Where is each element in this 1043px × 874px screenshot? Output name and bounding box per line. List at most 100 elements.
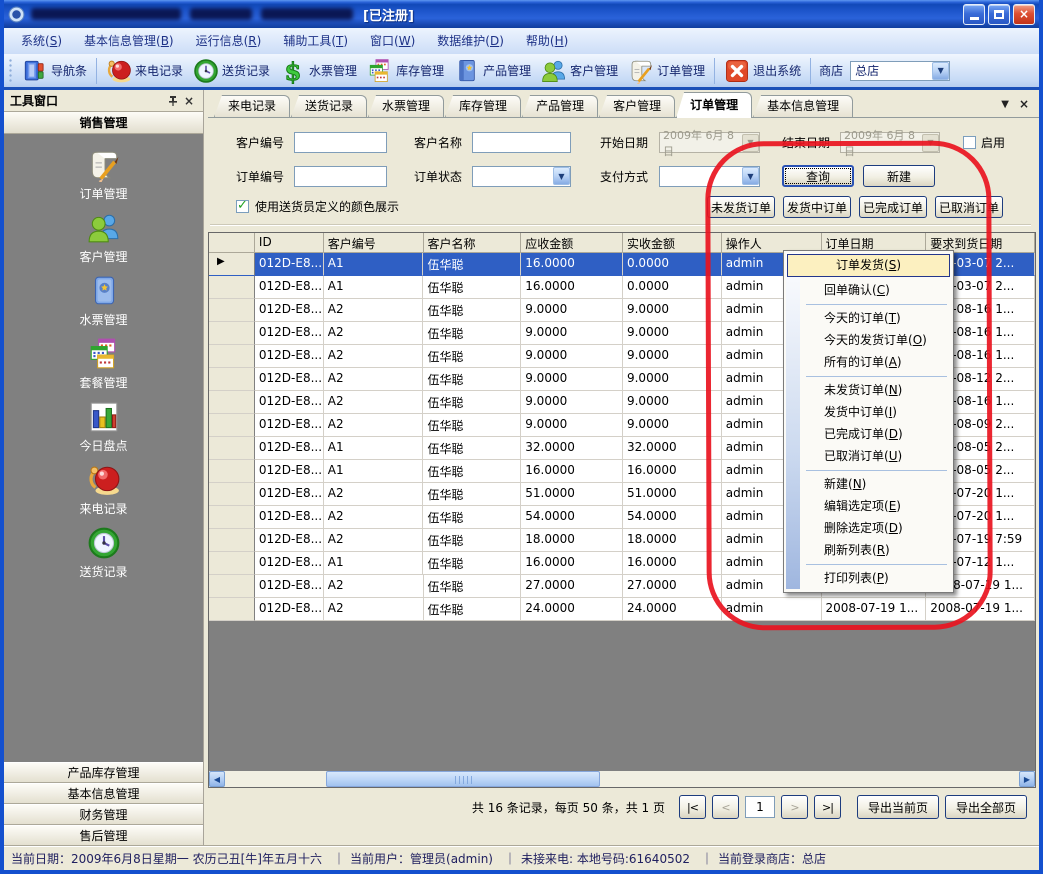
pin-icon[interactable] (165, 93, 181, 109)
tab-订单管理[interactable]: 订单管理 (676, 92, 752, 118)
context-menu-item-发货中订单(I)[interactable]: 发货中订单(I) (786, 401, 951, 423)
first-page-button[interactable]: |< (679, 795, 706, 819)
row-selector-cell[interactable] (209, 460, 255, 483)
context-menu-item-回单确认(C)[interactable]: 回单确认(C) (786, 279, 951, 301)
tab-基本信息管理[interactable]: 基本信息管理 (753, 95, 853, 117)
toolbar-grip[interactable] (8, 58, 14, 84)
sidebar-item-送货记录[interactable]: 送货记录 (4, 526, 203, 589)
context-menu-item-刷新列表(R)[interactable]: 刷新列表(R) (786, 539, 951, 561)
payment-combobox[interactable]: ▼ (659, 166, 760, 187)
table-row[interactable]: 012D-E8...A2伍华聪24.000024.0000admin2008-0… (209, 598, 1035, 621)
payment-arrow-icon[interactable]: ▼ (742, 167, 759, 185)
shop-combobox-arrow-icon[interactable]: ▼ (932, 62, 949, 80)
export-current-page-button[interactable]: 导出当前页 (857, 795, 939, 819)
context-menu-item-打印列表(P)[interactable]: 打印列表(P) (786, 567, 951, 589)
toolbar-button-navbar-book[interactable]: 导航条 (17, 56, 92, 86)
start-date-picker[interactable]: 2009年 6月 8日 ▼ (659, 132, 760, 153)
new-button[interactable]: 新建 (863, 165, 935, 187)
context-menu-item-订单发货(S)[interactable]: 订单发货(S) (787, 254, 950, 277)
close-button[interactable]: × (1013, 4, 1035, 25)
next-page-button[interactable]: > (781, 795, 808, 819)
page-number-input[interactable]: 1 (745, 796, 775, 818)
scrollbar-thumb[interactable] (326, 771, 600, 787)
row-selector-cell[interactable] (209, 414, 255, 437)
row-selector-cell[interactable] (209, 552, 255, 575)
grid-header-客户名称[interactable]: 客户名称 (424, 233, 522, 253)
context-menu-item-所有的订单(A)[interactable]: 所有的订单(A) (786, 351, 951, 373)
end-date-picker[interactable]: 2009年 6月 8日 ▼ (840, 132, 940, 153)
horizontal-scrollbar[interactable]: ◀ ▶ (209, 771, 1035, 787)
tab-客户管理[interactable]: 客户管理 (599, 95, 675, 117)
sidebar-section-基本信息管理[interactable]: 基本信息管理 (4, 783, 203, 804)
sidebar-section-sales[interactable]: 销售管理 (4, 112, 203, 134)
maximize-button[interactable] (988, 4, 1010, 25)
export-all-pages-button[interactable]: 导出全部页 (945, 795, 1027, 819)
tab-来电记录[interactable]: 来电记录 (214, 95, 290, 117)
tool-window-close-icon[interactable]: × (181, 93, 197, 109)
toolbar-button-inventory-grid[interactable]: 库存管理 (362, 56, 449, 86)
toolbar-button-call-bell[interactable]: 来电记录 (101, 56, 188, 86)
sidebar-item-客户管理[interactable]: 客户管理 (4, 211, 203, 274)
order-status-combobox[interactable]: ▼ (472, 166, 571, 187)
sidebar-section-售后管理[interactable]: 售后管理 (4, 825, 203, 846)
context-menu-item-已取消订单(U)[interactable]: 已取消订单(U) (786, 445, 951, 467)
row-selector-cell[interactable] (209, 391, 255, 414)
toolbar-button-ticket-dollar[interactable]: $水票管理 (275, 56, 362, 86)
context-menu-item-新建(N)[interactable]: 新建(N) (786, 473, 951, 495)
scroll-left-icon[interactable]: ◀ (209, 771, 225, 787)
sidebar-section-产品库存管理[interactable]: 产品库存管理 (4, 762, 203, 783)
sidebar-item-来电记录[interactable]: 来电记录 (4, 463, 203, 526)
grid-header-selector[interactable] (209, 233, 255, 253)
tab-水票管理[interactable]: 水票管理 (368, 95, 444, 117)
sidebar-item-水票管理[interactable]: 水票管理 (4, 274, 203, 337)
order-status-arrow-icon[interactable]: ▼ (553, 167, 570, 185)
context-menu-item-已完成订单(D)[interactable]: 已完成订单(D) (786, 423, 951, 445)
row-selector-cell[interactable] (209, 276, 255, 299)
row-selector-cell[interactable] (209, 529, 255, 552)
row-selector-cell[interactable] (209, 345, 255, 368)
shop-combobox[interactable]: 总店 ▼ (850, 61, 950, 81)
status-filter-button-已取消订单[interactable]: 已取消订单 (935, 196, 1003, 218)
minimize-button[interactable] (963, 4, 985, 25)
tab-库存管理[interactable]: 库存管理 (445, 95, 521, 117)
toolbar-button-delivery-clock[interactable]: 送货记录 (188, 56, 275, 86)
grid-header-实收金额[interactable]: 实收金额 (623, 233, 722, 253)
menubar-item[interactable]: 帮助(H) (515, 30, 579, 52)
context-menu-item-编辑选定项(E)[interactable]: 编辑选定项(E) (786, 495, 951, 517)
customer-no-input[interactable] (294, 132, 387, 153)
start-date-arrow-icon[interactable]: ▼ (742, 134, 759, 152)
menubar-item[interactable]: 系统(S) (10, 30, 73, 52)
prev-page-button[interactable]: < (712, 795, 739, 819)
row-selector-cell[interactable] (209, 437, 255, 460)
context-menu-item-今天的订单(T)[interactable]: 今天的订单(T) (786, 307, 951, 329)
tab-产品管理[interactable]: 产品管理 (522, 95, 598, 117)
tab-close-icon[interactable]: × (1019, 97, 1029, 111)
menubar-item[interactable]: 辅助工具(T) (272, 30, 359, 52)
row-selector-cell[interactable] (209, 483, 255, 506)
toolbar-button-exit-x[interactable]: 退出系统 (719, 56, 806, 86)
query-button[interactable]: 查询 (782, 165, 854, 187)
toolbar-button-order-scroll[interactable]: 订单管理 (623, 56, 710, 86)
grid-header-ID[interactable]: ID (255, 233, 324, 253)
row-selector-cell[interactable] (209, 506, 255, 529)
tab-送货记录[interactable]: 送货记录 (291, 95, 367, 117)
row-selector-cell[interactable]: ▶ (209, 253, 255, 276)
menubar-item[interactable]: 运行信息(R) (185, 30, 273, 52)
color-display-checkbox[interactable] (236, 200, 249, 213)
toolbar-button-product-book[interactable]: 产品管理 (449, 56, 536, 86)
tab-list-dropdown-icon[interactable]: ▼ (1001, 99, 1009, 110)
sidebar-item-订单管理[interactable]: 订单管理 (4, 148, 203, 211)
sidebar-item-套餐管理[interactable]: 套餐管理 (4, 337, 203, 400)
status-filter-button-已完成订单[interactable]: 已完成订单 (859, 196, 927, 218)
row-selector-cell[interactable] (209, 575, 255, 598)
context-menu-item-今天的发货订单(O)[interactable]: 今天的发货订单(O) (786, 329, 951, 351)
row-selector-cell[interactable] (209, 299, 255, 322)
menubar-item[interactable]: 数据维护(D) (426, 30, 515, 52)
row-selector-cell[interactable] (209, 322, 255, 345)
sidebar-item-今日盘点[interactable]: 今日盘点 (4, 400, 203, 463)
grid-header-客户编号[interactable]: 客户编号 (324, 233, 424, 253)
customer-name-input[interactable] (472, 132, 571, 153)
scroll-right-icon[interactable]: ▶ (1019, 771, 1035, 787)
enable-date-checkbox[interactable] (963, 136, 976, 149)
status-filter-button-未发货订单[interactable]: 未发货订单 (707, 196, 775, 218)
